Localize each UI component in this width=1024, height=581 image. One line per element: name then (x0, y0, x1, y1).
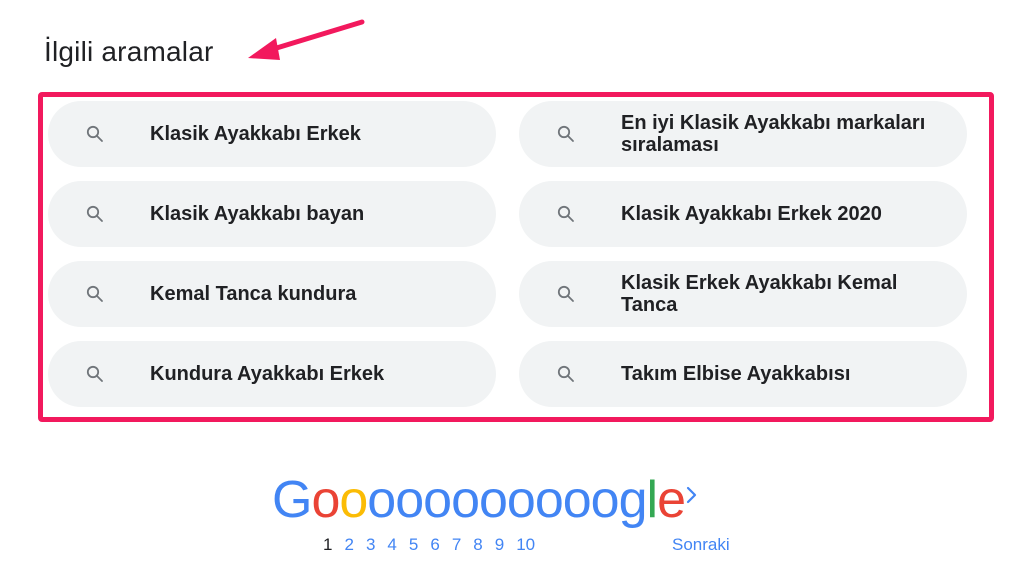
search-icon (555, 363, 577, 385)
page-link[interactable]: 9 (495, 535, 504, 555)
pagination-numbers: 1 2 3 4 5 6 7 8 9 10 (323, 535, 547, 555)
logo-letter: o (367, 471, 396, 529)
related-search-label: Klasik Ayakkabı Erkek 2020 (621, 203, 882, 225)
page-link[interactable]: 4 (387, 535, 396, 555)
related-search-label: Takım Elbise Ayakkabısı (621, 363, 851, 385)
search-icon (84, 363, 106, 385)
chevron-right-icon[interactable] (682, 480, 702, 510)
page-link[interactable]: 5 (409, 535, 418, 555)
related-search-label: Kemal Tanca kundura (150, 283, 357, 305)
logo-letter: o (562, 471, 592, 529)
logo-letter: G (272, 471, 312, 529)
logo-letter: o (423, 471, 452, 529)
related-search-label: Klasik Ayakkabı Erkek (150, 123, 361, 145)
related-search-label: En iyi Klasik Ayakkabı markaları sıralam… (621, 112, 926, 156)
page-link[interactable]: 10 (516, 535, 535, 555)
page-link[interactable]: 6 (430, 535, 439, 555)
logo-letter: o (311, 471, 340, 529)
next-page-link[interactable]: Sonraki (672, 535, 730, 555)
related-search-item[interactable]: Klasik Ayakkabı bayan (48, 181, 496, 247)
related-search-item[interactable]: Kemal Tanca kundura (48, 261, 496, 327)
related-searches-heading: İlgili aramalar (44, 36, 214, 67)
logo-letter: o (395, 471, 424, 529)
related-search-label: Klasik Ayakkabı bayan (150, 203, 365, 225)
related-search-item[interactable]: Klasik Erkek Ayakkabı Kemal Tanca (519, 261, 967, 327)
logo-letter: g (618, 471, 648, 529)
search-icon (555, 203, 577, 225)
page-link[interactable]: 3 (366, 535, 375, 555)
logo-letter: o (506, 471, 536, 529)
current-page-number: 1 (323, 535, 333, 554)
search-icon (84, 123, 106, 145)
logo-letter: l (646, 471, 659, 529)
related-search-label: Kundura Ayakkabı Erkek (150, 363, 385, 385)
related-search-item[interactable]: En iyi Klasik Ayakkabı markaları sıralam… (519, 101, 967, 167)
pagination-logo: Gooooooooooogle (272, 470, 686, 530)
related-search-item[interactable]: Klasik Ayakkabı Erkek (48, 101, 496, 167)
search-icon (555, 123, 577, 145)
related-search-item[interactable]: Klasik Ayakkabı Erkek 2020 (519, 181, 967, 247)
logo-letter: o (590, 471, 620, 529)
logo-letter: o (451, 471, 480, 529)
logo-letter: o (478, 471, 508, 529)
logo-letter: o (339, 471, 368, 529)
page-link[interactable]: 8 (473, 535, 482, 555)
related-search-label: Klasik Erkek Ayakkabı Kemal Tanca (621, 272, 898, 316)
page-link[interactable]: 7 (452, 535, 461, 555)
annotation-arrow (248, 19, 365, 60)
search-icon (555, 283, 577, 305)
search-icon (84, 203, 106, 225)
page-link[interactable]: 2 (344, 535, 353, 555)
related-search-item[interactable]: Takım Elbise Ayakkabısı (519, 341, 967, 407)
logo-letter: o (534, 471, 564, 529)
logo-letter: e (657, 471, 686, 529)
related-search-item[interactable]: Kundura Ayakkabı Erkek (48, 341, 496, 407)
search-icon (84, 283, 106, 305)
